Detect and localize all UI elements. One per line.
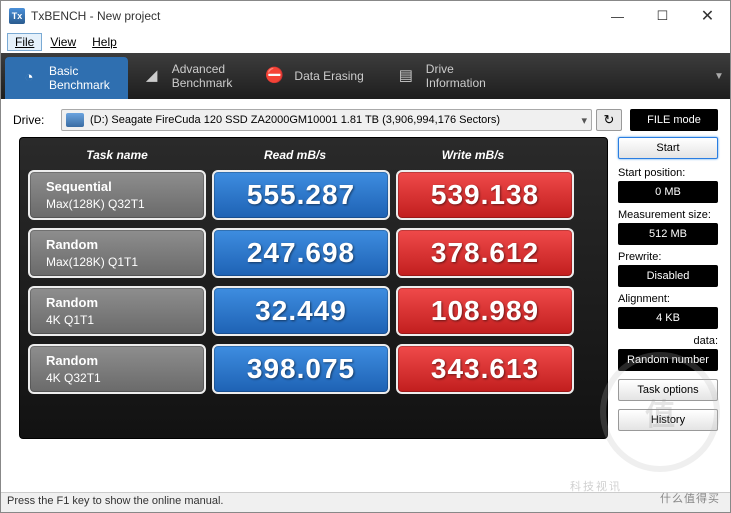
task-sequential-q32t1[interactable]: SequentialMax(128K) Q32T1: [28, 170, 206, 220]
chart-icon: ◢: [142, 67, 162, 85]
write-value: 343.613: [396, 344, 574, 394]
drive-icon: ▤: [396, 67, 416, 85]
measurement-size-label: Measurement size:: [618, 209, 718, 221]
gauge-icon: ◔: [19, 69, 39, 87]
menu-help[interactable]: Help: [84, 33, 125, 51]
minimize-button[interactable]: ―: [595, 2, 640, 31]
menu-view[interactable]: View: [42, 33, 84, 51]
task-random-max-q1t1[interactable]: RandomMax(128K) Q1T1: [28, 228, 206, 278]
tab-overflow-button[interactable]: ▼: [708, 53, 730, 99]
drive-label: Drive:: [13, 113, 61, 127]
start-position-label: Start position:: [618, 167, 718, 179]
history-button[interactable]: History: [618, 409, 718, 431]
write-value: 378.612: [396, 228, 574, 278]
status-bar: Press the F1 key to show the online manu…: [1, 492, 730, 512]
tab-basic-benchmark[interactable]: ◔ BasicBenchmark: [5, 57, 128, 99]
task-random-4k-q1t1[interactable]: Random4K Q1T1: [28, 286, 206, 336]
bench-row: Random4K Q1T1 32.449 108.989: [28, 286, 599, 336]
disk-icon: [66, 113, 84, 127]
start-button[interactable]: Start: [618, 137, 718, 159]
alignment-value[interactable]: 4 KB: [618, 307, 718, 329]
window-title: TxBENCH - New project: [31, 9, 595, 23]
data-label: data:: [618, 335, 718, 347]
read-value: 555.287: [212, 170, 390, 220]
file-mode-button[interactable]: FILE mode: [630, 109, 718, 131]
bench-row: RandomMax(128K) Q1T1 247.698 378.612: [28, 228, 599, 278]
task-options-button[interactable]: Task options: [618, 379, 718, 401]
menubar: File View Help: [1, 31, 730, 53]
header-task: Task name: [28, 148, 206, 162]
maximize-button[interactable]: ☐: [640, 2, 685, 31]
tab-advanced-benchmark[interactable]: ◢ AdvancedBenchmark: [128, 53, 251, 99]
menu-file[interactable]: File: [7, 33, 42, 51]
bench-row: SequentialMax(128K) Q32T1 555.287 539.13…: [28, 170, 599, 220]
tabbar: ◔ BasicBenchmark ◢ AdvancedBenchmark ⛔ D…: [1, 53, 730, 99]
side-panel: Start Start position: 0 MB Measurement s…: [608, 137, 718, 439]
drive-select[interactable]: (D:) Seagate FireCuda 120 SSD ZA2000GM10…: [61, 109, 592, 131]
tab-drive-information[interactable]: ▤ DriveInformation: [382, 53, 504, 99]
drive-row: Drive: (D:) Seagate FireCuda 120 SSD ZA2…: [1, 99, 730, 137]
benchmark-panel: Task name Read mB/s Write mB/s Sequentia…: [19, 137, 608, 439]
alignment-label: Alignment:: [618, 293, 718, 305]
titlebar: Tx TxBENCH - New project ― ☐ ✕: [1, 1, 730, 31]
header-read: Read mB/s: [206, 148, 384, 162]
start-position-value[interactable]: 0 MB: [618, 181, 718, 203]
read-value: 398.075: [212, 344, 390, 394]
erase-icon: ⛔: [264, 67, 284, 85]
read-value: 247.698: [212, 228, 390, 278]
write-value: 539.138: [396, 170, 574, 220]
refresh-icon: ↻: [604, 112, 615, 128]
app-icon: Tx: [9, 8, 25, 24]
drive-selected-text: (D:) Seagate FireCuda 120 SSD ZA2000GM10…: [90, 114, 500, 126]
refresh-button[interactable]: ↻: [596, 109, 622, 131]
close-button[interactable]: ✕: [685, 2, 730, 31]
prewrite-label: Prewrite:: [618, 251, 718, 263]
read-value: 32.449: [212, 286, 390, 336]
measurement-size-value[interactable]: 512 MB: [618, 223, 718, 245]
data-value[interactable]: Random number: [618, 349, 718, 371]
task-random-4k-q32t1[interactable]: Random4K Q32T1: [28, 344, 206, 394]
write-value: 108.989: [396, 286, 574, 336]
header-write: Write mB/s: [384, 148, 562, 162]
tab-data-erasing[interactable]: ⛔ Data Erasing: [250, 53, 381, 99]
bench-row: Random4K Q32T1 398.075 343.613: [28, 344, 599, 394]
prewrite-value[interactable]: Disabled: [618, 265, 718, 287]
